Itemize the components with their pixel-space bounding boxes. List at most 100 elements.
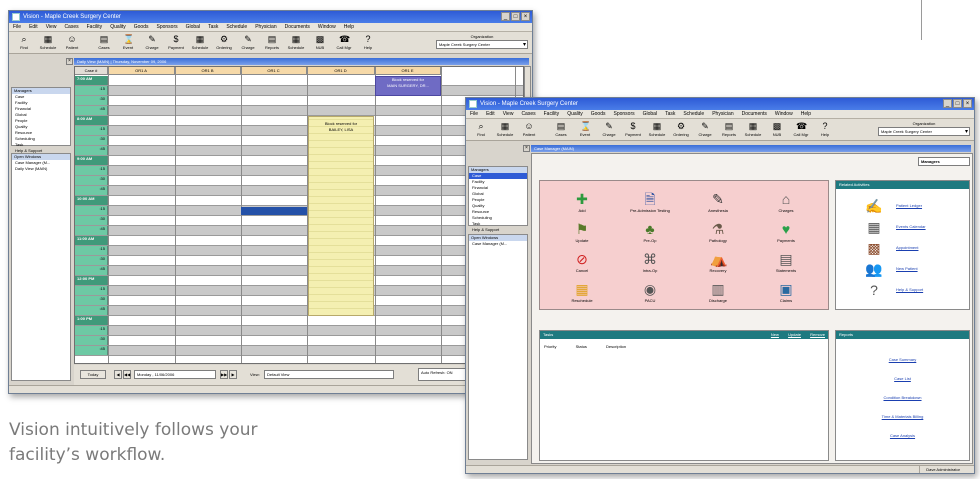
toolbar-button[interactable]: ✎ Charge bbox=[600, 121, 618, 139]
schedule-row[interactable]: 7:00 AM bbox=[75, 76, 523, 86]
schedule-row[interactable]: :45 bbox=[75, 226, 523, 236]
toolbar-button[interactable]: ☺ Patient bbox=[520, 121, 538, 139]
schedule-row[interactable]: :45 bbox=[75, 146, 523, 156]
toolbar-button[interactable]: ✎ Charge bbox=[696, 121, 714, 139]
toolbar-button[interactable]: ▩ NUB bbox=[768, 121, 786, 139]
toolbar-button[interactable]: ▤ Reports bbox=[263, 34, 281, 52]
related-activity-link[interactable]: 👥 New Patient bbox=[865, 261, 917, 277]
schedule-row[interactable]: :45 bbox=[75, 106, 523, 116]
case-action-recovery[interactable]: ⛺ Recovery bbox=[698, 251, 738, 273]
case-action-update[interactable]: ⚑ Update bbox=[562, 221, 602, 243]
case-action-cancel[interactable]: ⊘ Cancel bbox=[562, 251, 602, 273]
schedule-row[interactable]: :30 bbox=[75, 336, 523, 346]
toolbar-button[interactable]: ▤ Cases bbox=[552, 121, 570, 139]
column-header[interactable]: OR1 C bbox=[241, 67, 307, 75]
column-header[interactable]: OR1 D bbox=[307, 67, 375, 75]
case-action-pathology[interactable]: ⚗ Pathology bbox=[698, 221, 738, 243]
organization-select[interactable]: Maple Creek Surgery Center bbox=[436, 40, 528, 49]
toolbar-button[interactable]: ▦ Schedule bbox=[648, 121, 666, 139]
minimize-button[interactable]: _ bbox=[943, 99, 952, 108]
menu-item[interactable]: Help bbox=[801, 111, 811, 117]
schedule-row[interactable]: 10:00 AM bbox=[75, 196, 523, 206]
menu-item[interactable]: Schedule bbox=[683, 111, 704, 117]
manager-item[interactable]: Help & Support bbox=[469, 227, 527, 233]
next-day-button[interactable]: ▶▶ bbox=[220, 370, 228, 379]
menu-item[interactable]: Facility bbox=[87, 24, 103, 30]
report-link[interactable]: Case Analysis bbox=[836, 433, 969, 438]
close-button[interactable]: × bbox=[963, 99, 972, 108]
schedule-row[interactable]: 8:00 AM bbox=[75, 116, 523, 126]
schedule-row[interactable]: 9:00 AM bbox=[75, 156, 523, 166]
menu-item[interactable]: Documents bbox=[285, 24, 310, 30]
toolbar-button[interactable]: ✎ Charge bbox=[143, 34, 161, 52]
toolbar-button[interactable]: ☎ Call Mgr bbox=[335, 34, 353, 52]
toolbar-button[interactable]: ▦ Schedule bbox=[744, 121, 762, 139]
reserved-block[interactable]: Block reserved for BAILEY, LISA bbox=[308, 116, 374, 316]
toolbar-button[interactable]: $ Payment bbox=[624, 121, 642, 139]
case-action-plus[interactable]: ✚ Add bbox=[562, 191, 602, 213]
pane-close-button[interactable]: × bbox=[523, 145, 530, 152]
report-link[interactable]: Case Summary bbox=[836, 357, 969, 362]
column-header[interactable]: OR1 B bbox=[175, 67, 241, 75]
toolbar-button[interactable]: ? Help bbox=[816, 121, 834, 139]
case-action-claims[interactable]: ▣ Claims bbox=[766, 281, 806, 303]
menu-item[interactable]: Physician bbox=[712, 111, 733, 117]
tasks-update-link[interactable]: Update bbox=[788, 332, 801, 337]
tasks-col-priority[interactable]: Priority bbox=[544, 344, 556, 349]
menu-item[interactable]: Window bbox=[775, 111, 793, 117]
next-week-button[interactable]: ▶ bbox=[229, 370, 237, 379]
menu-item[interactable]: Help bbox=[344, 24, 354, 30]
menu-item[interactable]: Task bbox=[208, 24, 218, 30]
schedule-row[interactable]: :30 bbox=[75, 176, 523, 186]
schedule-row[interactable]: :15 bbox=[75, 246, 523, 256]
menu-item[interactable]: Sponsors bbox=[613, 111, 634, 117]
maximize-button[interactable]: □ bbox=[511, 12, 520, 21]
organization-select[interactable]: Maple Creek Surgery Center bbox=[878, 127, 970, 136]
related-activity-link[interactable]: ✍ Patient Ledger bbox=[865, 198, 922, 214]
menu-item[interactable]: Window bbox=[318, 24, 336, 30]
schedule-row[interactable]: :30 bbox=[75, 296, 523, 306]
case-action-preop[interactable]: ♣ Pre-Op bbox=[630, 221, 670, 243]
schedule-row[interactable]: 1:00 PM bbox=[75, 316, 523, 326]
tasks-remove-link[interactable]: Remove bbox=[810, 332, 825, 337]
related-activity-link[interactable]: ? Help & Support bbox=[870, 282, 923, 298]
menu-item[interactable]: Global bbox=[186, 24, 200, 30]
case-action-pacu[interactable]: ◉ PACU bbox=[630, 281, 670, 303]
tasks-col-description[interactable]: Description bbox=[606, 344, 626, 349]
menu-item[interactable]: Task bbox=[665, 111, 675, 117]
menu-item[interactable]: Quality bbox=[110, 24, 126, 30]
close-button[interactable]: × bbox=[521, 12, 530, 21]
toolbar-button[interactable]: ▤ Cases bbox=[95, 34, 113, 52]
schedule-row[interactable]: :15 bbox=[75, 126, 523, 136]
manager-select[interactable]: Managers bbox=[918, 157, 970, 166]
schedule-row[interactable]: :15 bbox=[75, 86, 523, 96]
toolbar-button[interactable]: ⚙ Ordering bbox=[215, 34, 233, 52]
prev-week-button[interactable]: ◀ bbox=[114, 370, 122, 379]
toolbar-button[interactable]: ⌛ Event bbox=[576, 121, 594, 139]
menu-item[interactable]: Goods bbox=[134, 24, 149, 30]
menu-item[interactable]: Edit bbox=[29, 24, 38, 30]
menu-item[interactable]: View bbox=[503, 111, 514, 117]
schedule-row[interactable]: :15 bbox=[75, 326, 523, 336]
case-action-heart[interactable]: ♥ Payments bbox=[766, 221, 806, 243]
menu-item[interactable]: Quality bbox=[567, 111, 583, 117]
column-header[interactable]: OR1 E bbox=[375, 67, 441, 75]
schedule-row[interactable]: :30 bbox=[75, 96, 523, 106]
menu-item[interactable]: Physician bbox=[255, 24, 276, 30]
toolbar-button[interactable]: ▤ Reports bbox=[720, 121, 738, 139]
toolbar-button[interactable]: ⌕ Find bbox=[472, 121, 490, 139]
menu-item[interactable]: Cases bbox=[521, 111, 535, 117]
toolbar-button[interactable]: ⌛ Event bbox=[119, 34, 137, 52]
maximize-button[interactable]: □ bbox=[953, 99, 962, 108]
minimize-button[interactable]: _ bbox=[501, 12, 510, 21]
toolbar-button[interactable]: ⌕ Find bbox=[15, 34, 33, 52]
case-action-document[interactable]: 🗎 Pre-Admission Testing bbox=[630, 191, 670, 213]
menu-item[interactable]: Edit bbox=[486, 111, 495, 117]
menu-item[interactable]: Goods bbox=[591, 111, 606, 117]
schedule-row[interactable]: 12:00 PM bbox=[75, 276, 523, 286]
schedule-row[interactable]: :45 bbox=[75, 306, 523, 316]
menu-item[interactable]: File bbox=[13, 24, 21, 30]
today-button[interactable]: Today bbox=[80, 370, 106, 379]
menu-item[interactable]: File bbox=[470, 111, 478, 117]
schedule-row[interactable]: 11:00 AM bbox=[75, 236, 523, 246]
